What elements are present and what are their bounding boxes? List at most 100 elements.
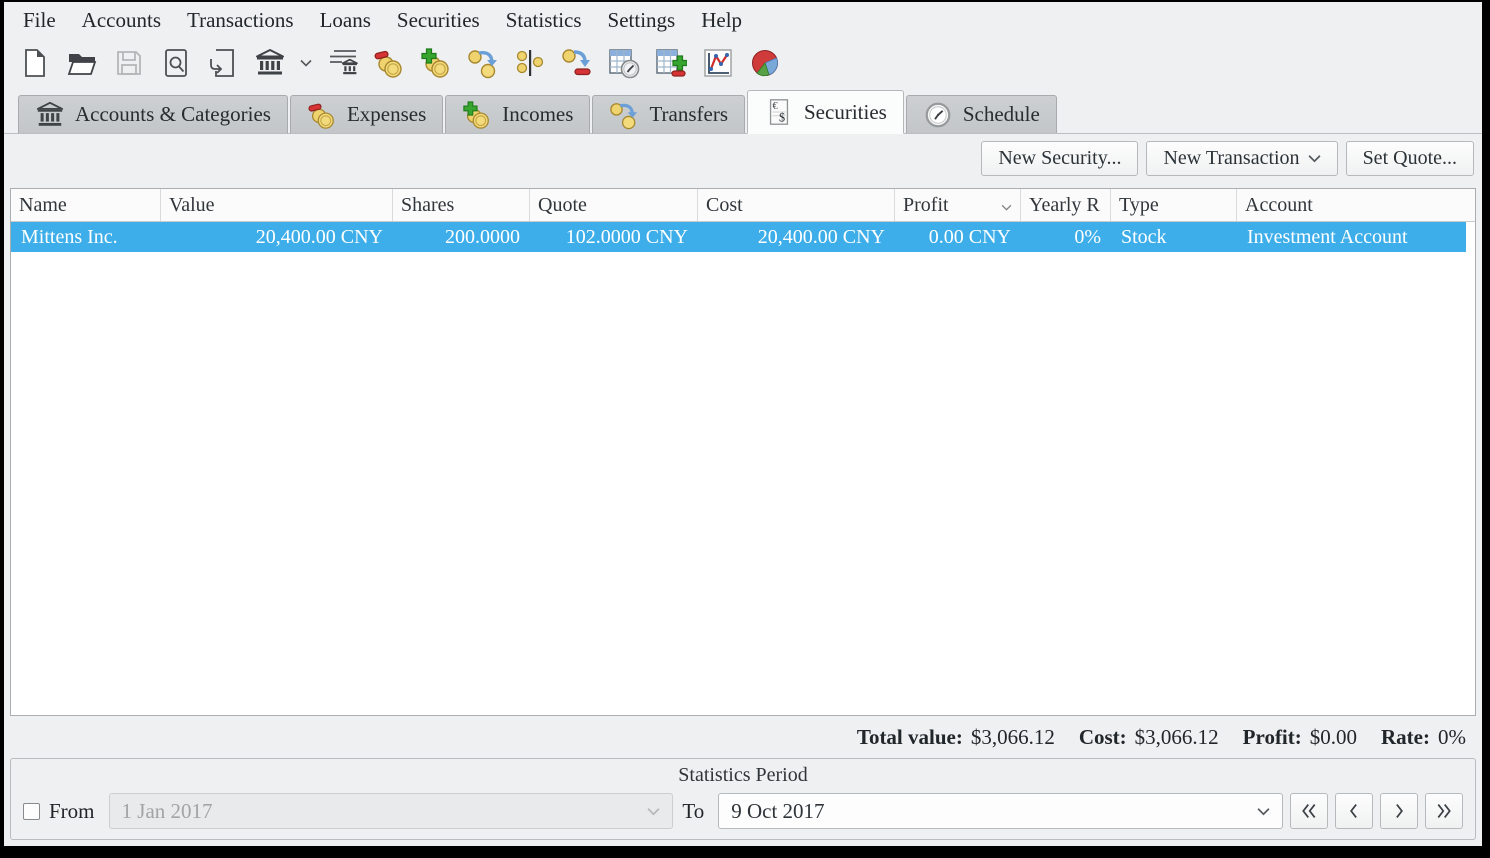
tab-bar: Accounts & Categories Expenses Incomes T… [4, 88, 1482, 134]
cell-profit: 0.00 CNY [895, 222, 1021, 252]
table-row-mittens-inc[interactable]: Mittens Inc. 20,400.00 CNY 200.0000 102.… [11, 222, 1466, 252]
column-header-yearly-rate[interactable]: Yearly R [1021, 189, 1111, 221]
coins-transfer-icon [609, 100, 639, 130]
new-table-entry-button[interactable] [650, 42, 692, 84]
tab-label: Accounts & Categories [75, 102, 271, 127]
coins-minus-icon [373, 47, 405, 79]
total-value: $3,066.12 [971, 725, 1055, 750]
tab-label: Expenses [347, 102, 426, 127]
scheduled-table-button[interactable] [603, 42, 645, 84]
chevron-right-icon [1389, 801, 1409, 821]
cell-name: Mittens Inc. [11, 222, 161, 252]
from-date-value: 1 Jan 2017 [122, 799, 648, 824]
column-header-type[interactable]: Type [1111, 189, 1237, 221]
coins-plus-icon [462, 100, 492, 130]
file-search-button[interactable] [155, 42, 197, 84]
cell-yearly-rate: 0% [1021, 222, 1111, 252]
menu-accounts[interactable]: Accounts [69, 5, 174, 36]
tab-securities[interactable]: €$ Securities [747, 90, 904, 134]
cell-quote: 102.0000 CNY [530, 222, 698, 252]
chevron-down-icon [1308, 154, 1321, 163]
new-transaction-button[interactable]: New Transaction [1146, 141, 1337, 176]
menu-securities[interactable]: Securities [384, 5, 493, 36]
search-document-icon [160, 47, 192, 79]
last-period-button[interactable] [1425, 793, 1463, 829]
chevron-left-icon [1344, 801, 1364, 821]
tab-transfers[interactable]: Transfers [592, 95, 745, 133]
profit-value: $0.00 [1310, 725, 1357, 750]
column-header-cost[interactable]: Cost [698, 189, 895, 221]
column-header-account[interactable]: Account [1237, 189, 1475, 221]
import-document-icon [207, 47, 239, 79]
menu-help[interactable]: Help [688, 5, 755, 36]
accounts-list-icon [326, 47, 358, 79]
bank-icon [254, 47, 286, 79]
tab-label: Transfers [649, 102, 728, 127]
coins-plus-icon [420, 47, 452, 79]
menu-statistics[interactable]: Statistics [493, 5, 595, 36]
totals-bar: Total value: $3,066.12 Cost: $3,066.12 P… [4, 716, 1482, 758]
cell-shares: 200.0000 [393, 222, 530, 252]
save-icon [113, 47, 145, 79]
app-window: File Accounts Transactions Loans Securit… [4, 2, 1482, 846]
first-period-button[interactable] [1290, 793, 1328, 829]
pie-chart-icon [749, 47, 781, 79]
from-label: From [49, 799, 95, 824]
cell-account: Investment Account [1237, 222, 1466, 252]
menu-loans[interactable]: Loans [307, 5, 384, 36]
menu-file[interactable]: File [10, 5, 69, 36]
cell-type: Stock [1111, 222, 1237, 252]
line-chart-icon [702, 47, 734, 79]
bank-icon [35, 100, 65, 130]
tab-label: Securities [804, 100, 887, 125]
new-file-icon [19, 47, 51, 79]
menu-settings[interactable]: Settings [595, 5, 689, 36]
cost-label: Cost: [1079, 725, 1127, 750]
menu-transactions[interactable]: Transactions [174, 5, 307, 36]
tab-label: Schedule [963, 102, 1040, 127]
new-file-button[interactable] [14, 42, 56, 84]
column-header-profit[interactable]: Profit [895, 189, 1021, 221]
new-expense-button[interactable] [368, 42, 410, 84]
table-header: Name Value Shares Quote Cost Profit Year… [11, 189, 1475, 222]
set-quote-button[interactable]: Set Quote... [1346, 141, 1474, 176]
previous-period-button[interactable] [1335, 793, 1373, 829]
save-file-button[interactable] [108, 42, 150, 84]
tab-expenses[interactable]: Expenses [290, 95, 443, 133]
open-file-button[interactable] [61, 42, 103, 84]
open-folder-icon [66, 47, 98, 79]
scheduled-expense-button[interactable] [556, 42, 598, 84]
cell-cost: 20,400.00 CNY [698, 222, 895, 252]
column-header-name[interactable]: Name [11, 189, 161, 221]
rate-label: Rate: [1381, 725, 1430, 750]
cell-value: 20,400.00 CNY [161, 222, 393, 252]
menubar: File Accounts Transactions Loans Securit… [4, 2, 1482, 38]
tab-accounts-categories[interactable]: Accounts & Categories [18, 95, 288, 133]
pie-chart-button[interactable] [744, 42, 786, 84]
tab-schedule[interactable]: Schedule [906, 95, 1057, 133]
from-date-select[interactable]: 1 Jan 2017 [109, 793, 674, 829]
line-chart-button[interactable] [697, 42, 739, 84]
next-period-button[interactable] [1380, 793, 1418, 829]
tab-incomes[interactable]: Incomes [445, 95, 590, 133]
accounts-overview-button[interactable] [321, 42, 363, 84]
from-checkbox[interactable] [23, 803, 40, 820]
to-date-value: 9 Oct 2017 [731, 799, 1257, 824]
new-income-button[interactable] [415, 42, 457, 84]
tab-label: Incomes [502, 102, 573, 127]
statistics-period-group: Statistics Period From 1 Jan 2017 To 9 O… [10, 758, 1476, 840]
new-security-button[interactable]: New Security... [981, 141, 1138, 176]
new-transfer-button[interactable] [462, 42, 504, 84]
import-file-button[interactable] [202, 42, 244, 84]
split-transaction-button[interactable] [509, 42, 551, 84]
bank-menu-chevron-icon[interactable] [298, 42, 314, 84]
column-header-quote[interactable]: Quote [530, 189, 698, 221]
svg-text:€: € [772, 101, 777, 112]
scheduled-expense-icon [561, 47, 593, 79]
to-date-select[interactable]: 9 Oct 2017 [718, 793, 1283, 829]
column-header-value[interactable]: Value [161, 189, 393, 221]
bank-accounts-button[interactable] [249, 42, 291, 84]
sort-indicator-icon [1001, 189, 1012, 221]
total-value-label: Total value: [857, 725, 963, 750]
column-header-shares[interactable]: Shares [393, 189, 530, 221]
